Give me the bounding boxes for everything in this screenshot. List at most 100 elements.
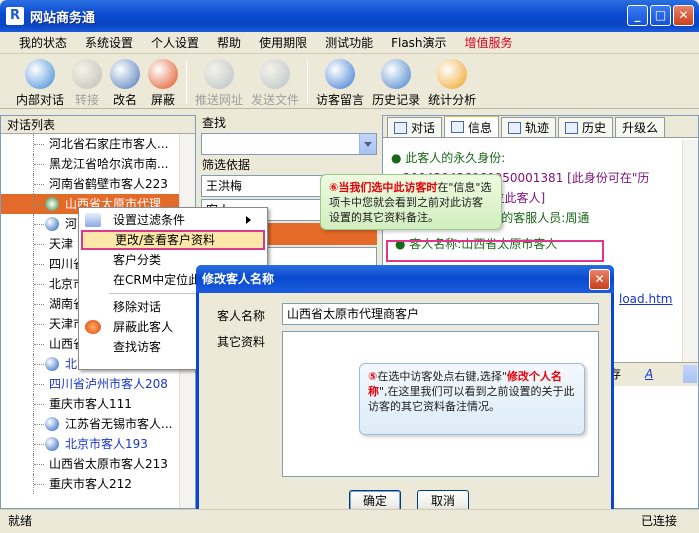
filter-label: 筛选依据: [202, 158, 251, 172]
tree-line: [33, 474, 45, 494]
conversation-list-item[interactable]: 河北省石家庄市客人...: [1, 134, 195, 154]
tip-text: ",在这里我们可以看到之前设置的关于此访客的其它资料备注情况。: [368, 385, 575, 413]
maximize-button[interactable]: □: [650, 5, 671, 26]
context-menu-label: 屏蔽此客人: [113, 320, 174, 334]
toolbar-button-2[interactable]: 改名: [106, 55, 144, 108]
minimize-button[interactable]: _: [627, 5, 648, 26]
status-bar: 就绪 已连接: [0, 509, 699, 533]
search-combo[interactable]: [201, 133, 377, 155]
context-menu-label: 设置过滤条件: [113, 213, 186, 227]
rename-icon: [110, 59, 141, 89]
app-icon: R: [6, 7, 24, 25]
conversation-label: 天津: [49, 237, 74, 251]
tab-label: 轨迹: [525, 121, 550, 135]
toolbar-button-label: 历史记录: [372, 93, 421, 107]
tree-line: [33, 454, 45, 474]
menu-item-2[interactable]: 个人设置: [142, 32, 208, 54]
toolbar-button-label: 发送文件: [251, 93, 300, 107]
context-menu-item-0[interactable]: 设置过滤条件: [81, 210, 265, 230]
menu-item-7[interactable]: 增值服务: [456, 32, 522, 54]
tree-line: [33, 234, 45, 254]
toolbar-button-7[interactable]: 历史记录: [368, 55, 424, 108]
push-url-icon: [204, 59, 235, 89]
tab-icon: [508, 121, 522, 134]
tab-0[interactable]: 对话: [387, 117, 443, 137]
toolbar-button-label: 推送网址: [195, 93, 244, 107]
visitor-name-highlight: [386, 240, 604, 262]
search-label: 查找: [202, 116, 227, 130]
tip-callout-rename: ⑤在选中访客处点右键,选择"修改个人名称",在这里我们可以看到之前设置的关于此访…: [359, 363, 585, 435]
connection-status: 已连接: [640, 514, 677, 528]
conversation-list-item[interactable]: 北京市客人193: [1, 434, 195, 454]
menu-item-0[interactable]: 我的状态: [10, 32, 76, 54]
tip-number: ⑥: [329, 181, 339, 194]
context-menu-label: 查找访客: [113, 340, 162, 354]
menu-item-5[interactable]: 测试功能: [316, 32, 382, 54]
chevron-down-icon[interactable]: [683, 365, 697, 383]
close-button[interactable]: ✕: [673, 5, 694, 26]
conversation-list-item[interactable]: 山西省太原市客人213: [1, 454, 195, 474]
toolbar-button-8[interactable]: 统计分析: [424, 55, 480, 108]
toolbar-button-label: 统计分析: [428, 93, 477, 107]
tab-2[interactable]: 轨迹: [501, 117, 557, 137]
other-info-label: 其它资料: [217, 335, 266, 349]
edit-visitor-name-dialog: 修改客人名称 ✕ 客人名称 山西省太原市代理商客户 其它资料 ⑤在选中访客处点右…: [196, 265, 614, 525]
conversation-list-item[interactable]: 河南省鹤壁市客人223: [1, 174, 195, 194]
toolbar-button-label: 屏蔽: [151, 93, 176, 107]
filter-icon: [85, 213, 101, 227]
toolbar-button-label: 转接: [75, 93, 100, 107]
toolbar-button-5[interactable]: 发送文件: [247, 55, 303, 108]
toolbar-button-1[interactable]: 转接: [68, 55, 106, 108]
conversation-list-item[interactable]: 黑龙江省哈尔滨市南...: [1, 154, 195, 174]
tree-line: [33, 154, 45, 174]
visitor-url-link[interactable]: load.htm: [619, 292, 672, 306]
toolbar-button-4[interactable]: 推送网址: [191, 55, 247, 108]
visitor-icon: [45, 417, 59, 431]
conversation-label: 河南省鹤壁市客人223: [49, 177, 168, 191]
conversation-list-item[interactable]: 重庆市客人111: [1, 394, 195, 414]
tree-line: [33, 394, 45, 414]
visitor-icon: [45, 437, 59, 451]
menu-item-4[interactable]: 使用期限: [250, 32, 316, 54]
font-icon[interactable]: A: [645, 363, 653, 385]
menu-item-6[interactable]: Flash演示: [382, 32, 455, 54]
tab-1[interactable]: 信息: [444, 116, 500, 137]
toolbar-separator: [307, 60, 309, 104]
toolbar-separator: [186, 60, 188, 104]
tip-highlight: 当我们选中此访客时: [338, 181, 438, 194]
stats-icon: [437, 59, 468, 89]
history-icon: [381, 59, 412, 89]
users-icon: [25, 59, 55, 89]
toolbar-button-label: 改名: [113, 93, 138, 107]
toolbar-button-0[interactable]: 内部对话: [12, 55, 68, 108]
menu-item-1[interactable]: 系统设置: [76, 32, 142, 54]
context-menu-item-1[interactable]: 更改/查看客户资料: [81, 230, 265, 250]
tab-3[interactable]: 历史: [558, 117, 614, 137]
visitor-name-label: 客人名称: [217, 309, 266, 323]
tree-line: [33, 434, 45, 454]
tip-callout-info: ⑥当我们选中此访客时在"信息"选项卡中您就会看到之前对此访客设置的其它资料备注。: [320, 174, 502, 230]
conversation-label: 重庆市客人111: [49, 397, 132, 411]
visitor-name-input[interactable]: 山西省太原市代理商客户: [282, 303, 599, 325]
tab-label: 对话: [411, 121, 436, 135]
conversation-list-item[interactable]: 四川省泸州市客人208: [1, 374, 195, 394]
tab-label: 升级么: [622, 121, 659, 135]
conversation-list-item[interactable]: 重庆市客人212: [1, 474, 195, 494]
visitor-icon: [45, 197, 59, 211]
info-scrollbar[interactable]: [682, 140, 698, 362]
tab-4[interactable]: 升级么: [615, 117, 666, 137]
context-menu-label: 客户分类: [113, 253, 162, 267]
conversation-list-item[interactable]: 江苏省无锡市客人...: [1, 414, 195, 434]
conversation-label: 河北省石家庄市客人...: [49, 137, 169, 151]
tree-line: [33, 314, 45, 334]
menu-item-3[interactable]: 帮助: [208, 32, 250, 54]
dialog-close-button[interactable]: ✕: [589, 269, 610, 290]
toolbar-button-3[interactable]: 屏蔽: [144, 55, 182, 108]
toolbar-button-6[interactable]: 访客留言: [312, 55, 368, 108]
chevron-down-icon[interactable]: [359, 134, 376, 154]
block-icon: [85, 320, 101, 334]
tree-line: [33, 354, 45, 374]
tree-line: [33, 134, 45, 154]
context-menu-label: 在CRM中定位此: [113, 273, 201, 287]
tip-number: ⑤: [368, 370, 378, 383]
